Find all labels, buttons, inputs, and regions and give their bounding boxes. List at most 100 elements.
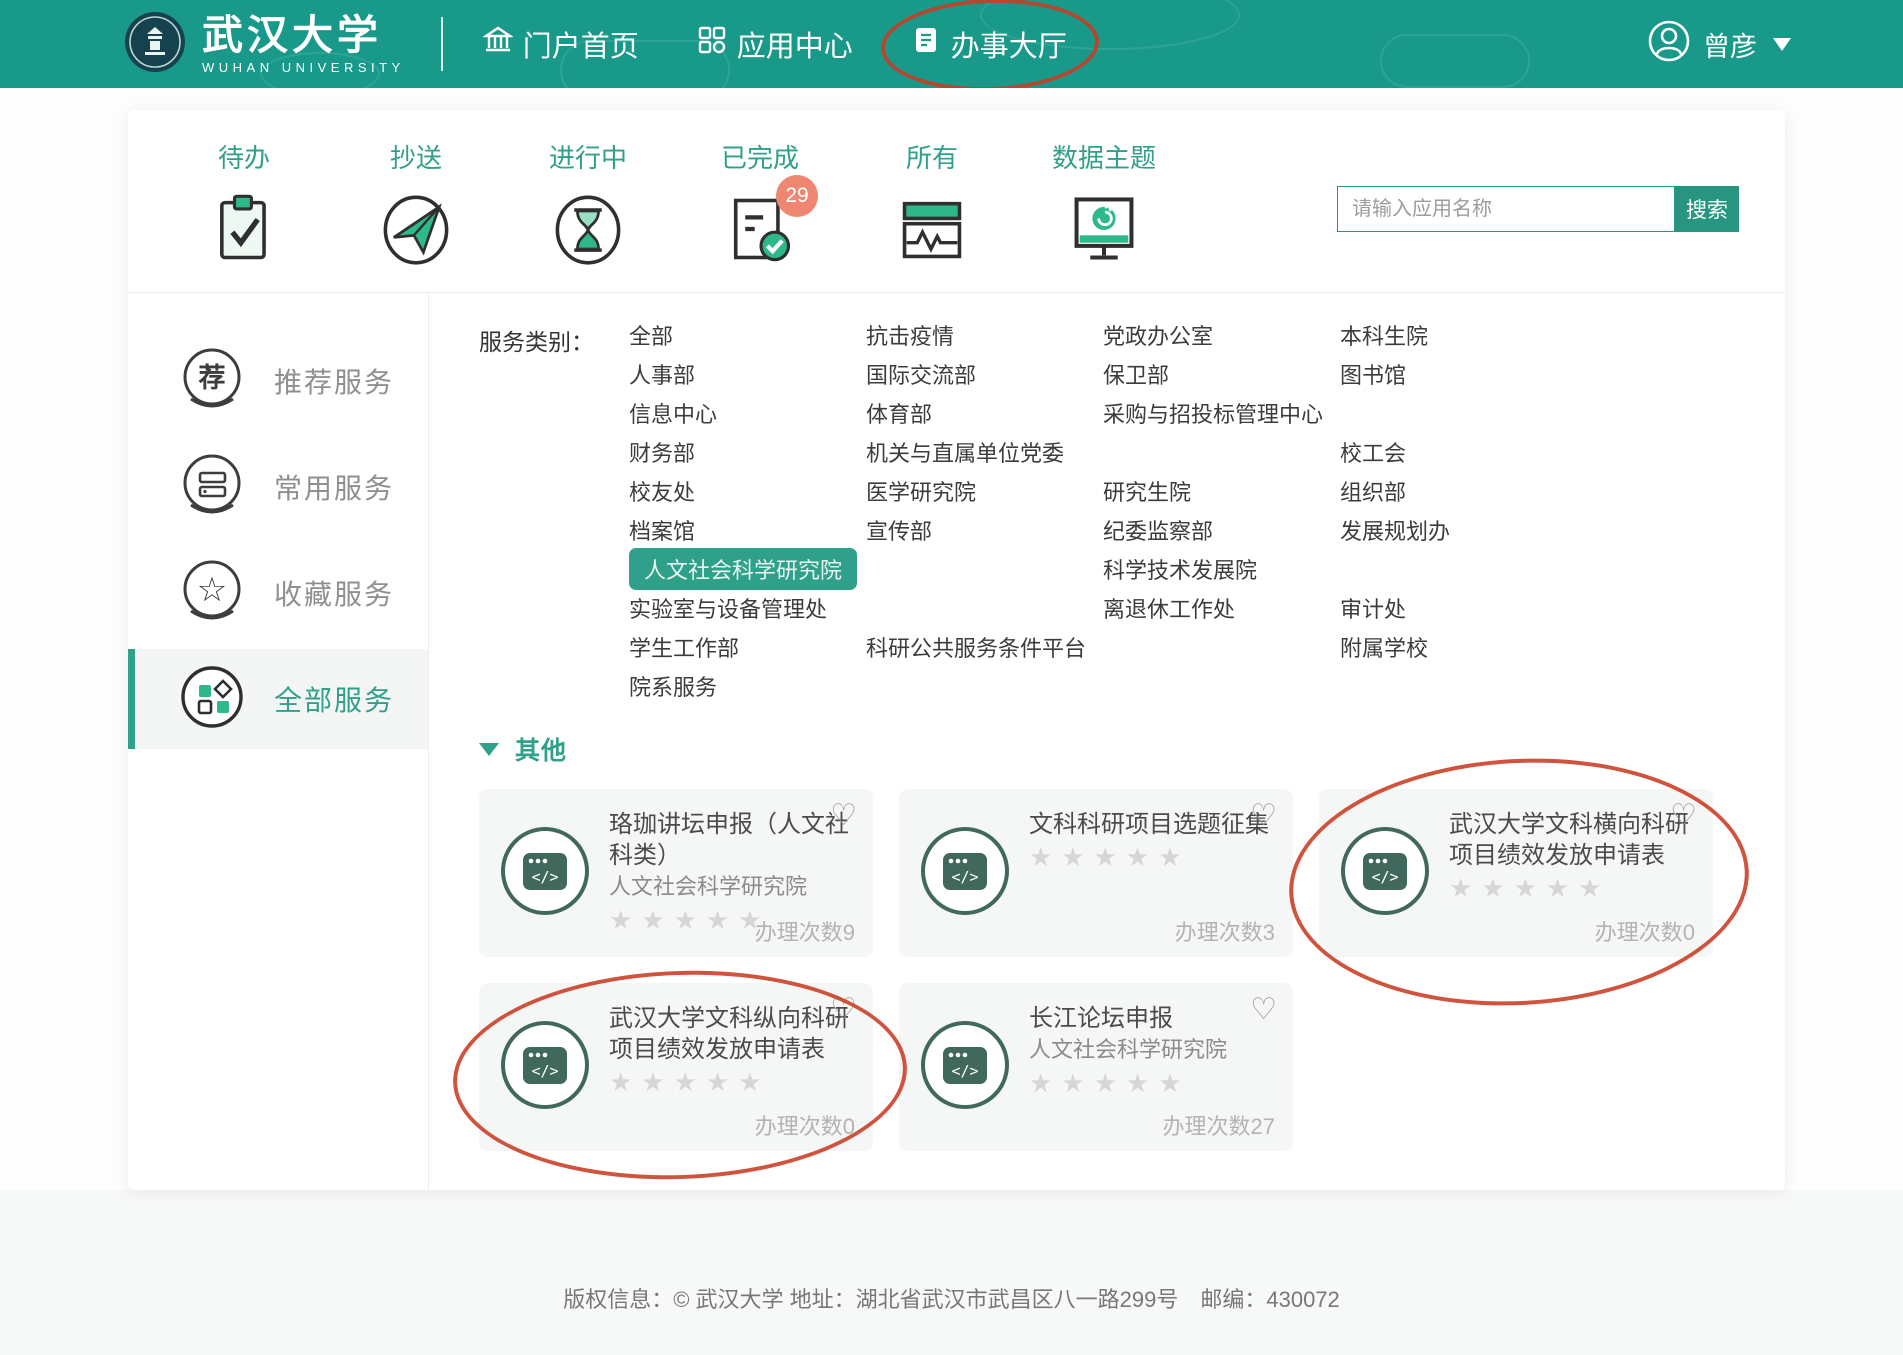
app-center-icon xyxy=(697,25,727,63)
chevron-down-icon xyxy=(1773,38,1791,51)
category-item[interactable]: 科学技术发展院 xyxy=(1103,553,1340,585)
app-window-icon: </> xyxy=(917,1017,1013,1118)
category-item[interactable]: 院系服务 xyxy=(629,670,866,702)
user-menu[interactable]: 曾彦 xyxy=(1647,19,1791,70)
category-item[interactable]: 离退休工作处 xyxy=(1103,592,1340,624)
category-item[interactable]: 校工会 xyxy=(1340,436,1577,468)
sidebar-item-recommended[interactable]: 荐 推荐服务 xyxy=(128,331,428,431)
rating-stars: ★★★★★ xyxy=(609,1065,859,1099)
service-card-vertical-research-payment[interactable]: </> 武汉大学文科纵向科研项目绩效发放申请表 ★★★★★ ♡ 办理次数0 xyxy=(479,983,873,1151)
search-input[interactable] xyxy=(1337,186,1675,232)
tab-in-progress[interactable]: 进行中 xyxy=(502,138,674,267)
category-item[interactable]: 纪委监察部 xyxy=(1103,514,1340,546)
category-item[interactable]: 抗击疫情 xyxy=(866,319,1103,351)
sidebar-item-label: 收藏服务 xyxy=(274,573,394,613)
tab-data-topics[interactable]: 数据主题 xyxy=(1018,138,1190,267)
tab-label: 待办 xyxy=(218,138,270,175)
category-item[interactable]: 本科生院 xyxy=(1340,319,1577,351)
footer-area: 版权信息：© 武汉大学 地址：湖北省武汉市武昌区八一路299号 邮编：43007… xyxy=(0,1190,1903,1355)
service-card-department: 人文社会科学研究院 xyxy=(609,871,859,903)
other-section-header[interactable]: 其他 xyxy=(479,731,1785,767)
tab-cc[interactable]: 抄送 xyxy=(330,138,502,267)
category-item[interactable]: 审计处 xyxy=(1340,592,1577,624)
category-item[interactable]: 组织部 xyxy=(1340,475,1577,507)
service-card-luojia-forum[interactable]: </> 珞珈讲坛申报（人文社科类） 人文社会科学研究院 ★★★★★ ♡ 办理次数… xyxy=(479,789,873,957)
favorite-heart-icon[interactable]: ♡ xyxy=(1670,801,1697,831)
category-item[interactable]: 附属学校 xyxy=(1340,631,1577,663)
svg-text:</>: </> xyxy=(531,1062,558,1080)
category-item[interactable]: 实验室与设备管理处 xyxy=(629,592,866,624)
service-card-yangtze-forum[interactable]: </> 长江论坛申报 人文社会科学研究院 ★★★★★ ♡ 办理次数27 xyxy=(899,983,1293,1151)
nav-item-label: 门户首页 xyxy=(523,23,639,65)
favorite-heart-icon[interactable]: ♡ xyxy=(830,801,857,831)
tab-completed[interactable]: 已完成 29 xyxy=(674,138,846,267)
svg-text:☆: ☆ xyxy=(197,571,227,609)
status-tabs: 待办 抄送 进行中 xyxy=(158,138,1190,267)
service-usage-count: 办理次数9 xyxy=(755,915,855,947)
nav-item-service-hall[interactable]: 办事大厅 xyxy=(911,23,1067,65)
service-usage-count: 办理次数0 xyxy=(1595,915,1695,947)
collapse-triangle-icon xyxy=(479,743,499,756)
service-card-horizontal-research-payment[interactable]: </> 武汉大学文科横向科研项目绩效发放申请表 ★★★★★ ♡ 办理次数0 xyxy=(1319,789,1713,957)
tab-todo[interactable]: 待办 xyxy=(158,138,330,267)
sidebar-item-favorites[interactable]: ☆ 收藏服务 xyxy=(128,543,428,643)
category-item[interactable]: 科研公共服务条件平台 xyxy=(866,631,1103,663)
category-item[interactable]: 体育部 xyxy=(866,397,1103,429)
clipboard-check-icon xyxy=(206,191,282,267)
category-item[interactable]: 宣传部 xyxy=(866,514,1103,546)
sidebar-item-frequent[interactable]: 常用服务 xyxy=(128,437,428,537)
portal-home-icon xyxy=(483,25,513,63)
top-navigation: 门户首页 应用中心 办事大厅 xyxy=(483,23,1067,65)
university-logo[interactable]: 武汉大学 WUHAN UNIVERSITY xyxy=(124,11,405,78)
category-item-selected[interactable]: 人文社会科学研究院 xyxy=(629,548,866,590)
category-item[interactable]: 研究生院 xyxy=(1103,475,1340,507)
category-item[interactable]: 信息中心 xyxy=(629,397,866,429)
category-item[interactable]: 保卫部 xyxy=(1103,358,1340,390)
category-item[interactable]: 人事部 xyxy=(629,358,866,390)
sidebar-item-label: 全部服务 xyxy=(274,679,394,719)
search-button[interactable]: 搜索 xyxy=(1675,186,1739,232)
tab-all[interactable]: 所有 xyxy=(846,138,1018,267)
category-item[interactable]: 全部 xyxy=(629,319,866,351)
app-search: 搜索 xyxy=(1337,186,1739,232)
category-item[interactable]: 档案馆 xyxy=(629,514,866,546)
svg-text:</>: </> xyxy=(531,868,558,886)
service-card-department: 人文社会科学研究院 xyxy=(1029,1034,1279,1066)
selected-category-chip[interactable]: 人文社会科学研究院 xyxy=(629,548,857,590)
service-card-title: 武汉大学文科纵向科研项目绩效发放申请表 xyxy=(609,1003,859,1065)
category-item[interactable]: 医学研究院 xyxy=(866,475,1103,507)
sidebar-item-all-services[interactable]: 全部服务 xyxy=(128,649,428,749)
app-window-icon: </> xyxy=(917,823,1013,924)
category-filter: 服务类别： 全部 抗击疫情 党政办公室 本科生院 人事部 国际交流部 保卫部 图… xyxy=(479,315,1785,705)
category-grid: 全部 抗击疫情 党政办公室 本科生院 人事部 国际交流部 保卫部 图书馆 信息中… xyxy=(629,315,1577,705)
university-name-en: WUHAN UNIVERSITY xyxy=(202,60,405,75)
hand-list-icon xyxy=(174,447,250,528)
category-item[interactable]: 图书馆 xyxy=(1340,358,1577,390)
favorite-heart-icon[interactable]: ♡ xyxy=(1250,801,1277,831)
favorite-heart-icon[interactable]: ♡ xyxy=(830,995,857,1025)
app-window-icon: </> xyxy=(1337,823,1433,924)
category-item[interactable]: 学生工作部 xyxy=(629,631,866,663)
category-item[interactable]: 发展规划办 xyxy=(1340,514,1577,546)
category-item[interactable]: 校友处 xyxy=(629,475,866,507)
sidebar-item-label: 常用服务 xyxy=(274,467,394,507)
rating-stars: ★★★★★ xyxy=(1449,871,1699,905)
category-item[interactable]: 机关与直属单位党委 xyxy=(866,436,1103,468)
favorite-heart-icon[interactable]: ♡ xyxy=(1250,995,1277,1025)
category-item[interactable]: 党政办公室 xyxy=(1103,319,1340,351)
main-content-card: 待办 抄送 进行中 xyxy=(128,110,1785,1190)
tab-label: 抄送 xyxy=(390,138,442,175)
category-item[interactable]: 财务部 xyxy=(629,436,866,468)
service-card-topic-collection[interactable]: </> 文科科研项目选题征集 ★★★★★ ♡ 办理次数3 xyxy=(899,789,1293,957)
nav-item-portal-home[interactable]: 门户首页 xyxy=(483,23,639,65)
hand-grid-icon xyxy=(174,659,250,740)
nav-item-app-center[interactable]: 应用中心 xyxy=(697,23,853,65)
nav-item-label: 办事大厅 xyxy=(951,23,1067,65)
category-item[interactable]: 采购与招投标管理中心 xyxy=(1103,397,1340,429)
paper-plane-icon xyxy=(378,191,454,267)
hand-star-icon: ☆ xyxy=(174,553,250,634)
service-usage-count: 办理次数3 xyxy=(1175,915,1275,947)
category-item[interactable]: 国际交流部 xyxy=(866,358,1103,390)
app-window-icon: </> xyxy=(497,823,593,924)
user-name: 曾彦 xyxy=(1703,25,1757,64)
